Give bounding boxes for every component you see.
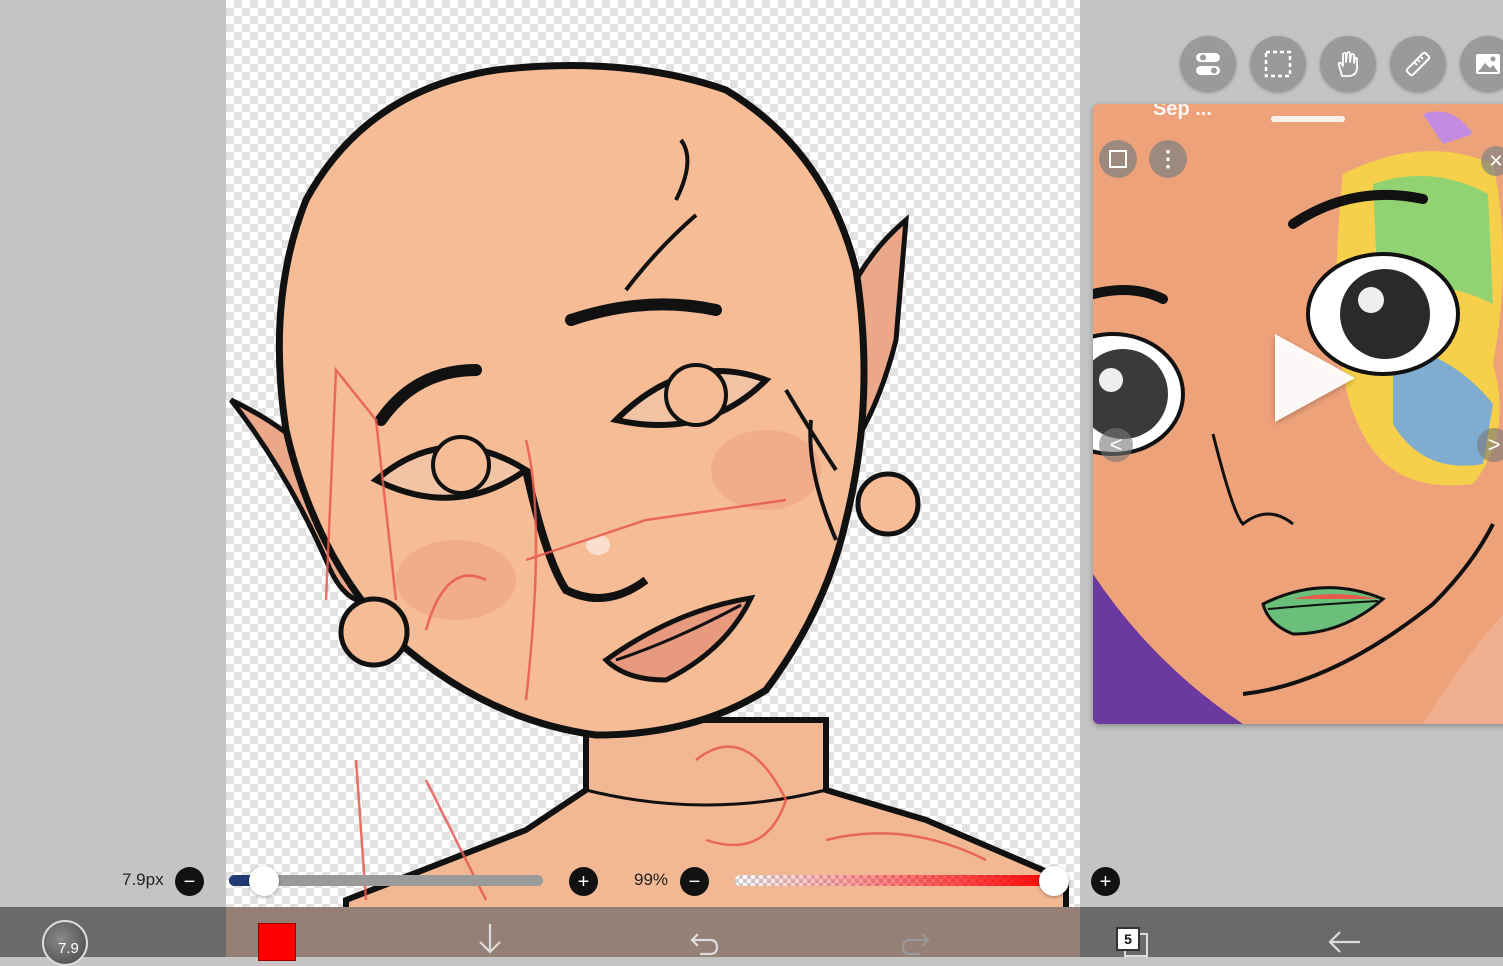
brush-opacity-thumb[interactable] [1038,866,1069,896]
bottom-toolbar [0,907,1503,957]
reference-next-button[interactable]: > [1477,428,1503,462]
ruler-button[interactable] [1390,36,1446,92]
drawing-canvas[interactable] [226,0,1080,910]
minus-icon: − [183,870,196,893]
undo-icon[interactable] [688,922,720,956]
brush-opacity-slider[interactable] [735,875,1057,886]
plus-icon: + [1099,870,1112,893]
image-icon [1476,54,1500,74]
reference-menu-button[interactable]: ⋮ [1149,140,1187,178]
adjust-toggle-button[interactable] [1180,36,1236,92]
selection-icon [1264,50,1292,78]
brush-size-thumb[interactable] [248,866,279,896]
reference-window[interactable]: Sep ... ⋮ ✕ < > [1093,104,1503,724]
arrow-down-icon[interactable] [476,922,504,956]
color-swatch-button[interactable] [258,923,296,961]
brush-size-decrease-button[interactable]: − [175,867,204,896]
adjust-toggle-icon [1196,53,1220,75]
square-icon [1109,150,1127,168]
back-arrow-icon[interactable] [1326,922,1362,956]
canvas-overlay-strip [226,907,1080,957]
artwork [229,62,1069,910]
opacity-gradient [735,875,1057,886]
close-icon: ✕ [1488,150,1503,171]
chevron-right-icon: > [1487,432,1501,457]
opacity-decrease-button[interactable]: − [680,867,709,896]
ruler-icon [1405,51,1431,77]
reference-close-button[interactable]: ✕ [1481,146,1503,176]
reference-prev-button[interactable]: < [1099,428,1133,462]
reference-image-button[interactable] [1460,36,1503,92]
more-vertical-icon: ⋮ [1157,146,1179,171]
selection-button[interactable] [1250,36,1306,92]
reference-frame-button[interactable] [1099,140,1137,178]
play-icon[interactable] [1275,334,1355,422]
hand-button[interactable] [1320,36,1376,92]
plus-icon: + [577,870,590,893]
brush-size-label: 7.9px [122,870,164,889]
redo-icon[interactable] [900,922,932,956]
drag-handle[interactable] [1271,116,1345,122]
reference-title: Sep ... [1153,104,1212,120]
hand-icon [1337,51,1358,77]
layer-count: 5 [1116,927,1140,951]
minus-icon: − [688,870,701,893]
opacity-increase-button[interactable]: + [1091,867,1120,896]
chevron-left-icon: < [1109,432,1123,457]
brush-preview-size: 7.9 [58,940,79,957]
brush-size-increase-button[interactable]: + [569,867,598,896]
brush-opacity-label: 99% [634,870,669,889]
